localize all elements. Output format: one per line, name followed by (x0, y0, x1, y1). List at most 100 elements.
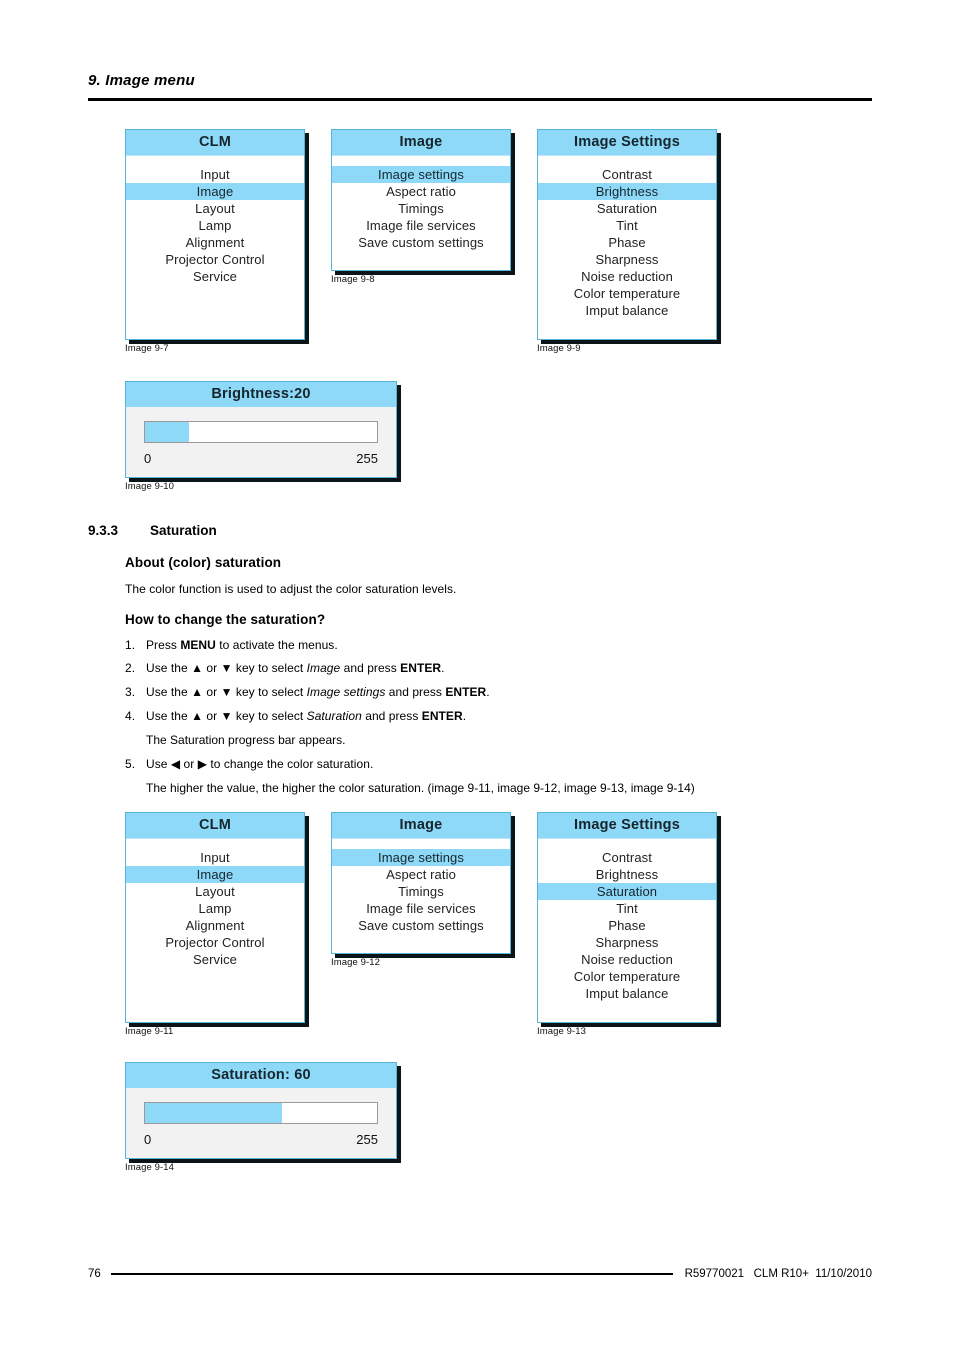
osd-item-list: Image settings Aspect ratio Timings Image f… (332, 839, 510, 934)
osd-item[interactable]: Timings (332, 883, 510, 900)
osd-item[interactable]: Alignment (126, 917, 304, 934)
osd-item[interactable]: Contrast (538, 849, 716, 866)
osd-item[interactable]: Sharpness (538, 934, 716, 951)
osd-item[interactable]: Timings (332, 200, 510, 217)
osd-menu-image-settings-2[interactable]: Image Settings Contrast Brightness Saturat… (537, 812, 717, 1023)
scale-max-label: 255 (356, 451, 378, 466)
section-title: Saturation (150, 523, 217, 538)
osd-item[interactable]: Noise reduction (538, 268, 716, 285)
osd-bar-area (126, 1088, 396, 1128)
osd-item[interactable]: Color temperature (538, 968, 716, 985)
osd-item[interactable]: Color temperature (538, 285, 716, 302)
osd-item[interactable]: Lamp (126, 900, 304, 917)
osd-menu-clm-2[interactable]: CLM Input Image Layout Lamp Alignment Project… (125, 812, 305, 1023)
section-number: 9.3.3 (88, 523, 119, 538)
osd-bar-scale: 0 255 (126, 1128, 396, 1155)
osd-item-selected[interactable]: Image (126, 866, 304, 883)
osd-item-selected[interactable]: Image (126, 183, 304, 200)
osd-title: Image (332, 130, 510, 156)
page-header: 9. Image menu (88, 72, 872, 101)
osd-title: Image Settings (538, 130, 716, 156)
figure-9-8: Image Image settings Aspect ratio Timings I… (331, 129, 511, 285)
page-footer: 76 R59770021 CLM R10+ 11/10/2010 (88, 1268, 872, 1280)
osd-item[interactable]: Sharpness (538, 251, 716, 268)
scale-min-label: 0 (144, 451, 152, 466)
step-4: 4. Use the ▲ or ▼ key to select Saturatio… (125, 709, 467, 723)
figure-9-14: Saturation: 60 0 255 Image 9-14 (125, 1062, 397, 1173)
figure-caption: Image 9-10 (125, 481, 175, 492)
osd-title: Image Settings (538, 813, 716, 839)
figure-9-13: Image Settings Contrast Brightness Saturat… (537, 812, 717, 1037)
step-number: 4. (125, 709, 136, 723)
osd-item[interactable]: Tint (538, 900, 716, 917)
osd-item[interactable]: Phase (538, 234, 716, 251)
osd-title: CLM (126, 813, 304, 839)
figure-9-7: CLM Input Image Layout Lamp Alignment Project… (125, 129, 305, 354)
figure-9-10: Brightness:20 0 255 Image 9-10 (125, 381, 397, 492)
step-1: 1. Press MENU to activate the menus. (125, 638, 338, 652)
osd-item[interactable]: Noise reduction (538, 951, 716, 968)
figure-9-9: Image Settings Contrast Brightness Saturat… (537, 129, 717, 354)
osd-menu-image-settings[interactable]: Image Settings Contrast Brightness Saturat… (537, 129, 717, 340)
osd-menu-image-2[interactable]: Image Image settings Aspect ratio Timings I… (331, 812, 511, 954)
figure-caption: Image 9-7 (125, 343, 169, 354)
step-number: 2. (125, 661, 136, 675)
step-4-note: The Saturation progress bar appears. (146, 733, 346, 747)
osd-bar-area (126, 407, 396, 447)
osd-saturation-bar-panel[interactable]: Saturation: 60 0 255 (125, 1062, 397, 1159)
progress-track[interactable] (144, 421, 378, 443)
osd-item[interactable]: Layout (126, 200, 304, 217)
figure-caption: Image 9-8 (331, 274, 375, 285)
header-divider (88, 98, 872, 101)
osd-item[interactable]: Tint (538, 217, 716, 234)
osd-item[interactable]: Contrast (538, 166, 716, 183)
osd-item-selected[interactable]: Brightness (538, 183, 716, 200)
osd-item[interactable]: Save custom settings (332, 234, 510, 251)
osd-item-selected[interactable]: Saturation (538, 883, 716, 900)
scale-min-label: 0 (144, 1132, 152, 1147)
osd-item[interactable]: Input (126, 166, 304, 183)
osd-item-selected[interactable]: Image settings (332, 166, 510, 183)
osd-item-list: Input Image Layout Lamp Alignment Projector C… (126, 839, 304, 968)
osd-item[interactable]: Projector Control (126, 251, 304, 268)
osd-item[interactable]: Imput balance (538, 985, 716, 1002)
osd-item-list: Image settings Aspect ratio Timings Image f… (332, 156, 510, 251)
osd-menu-image[interactable]: Image Image settings Aspect ratio Timings I… (331, 129, 511, 271)
osd-item[interactable]: Lamp (126, 217, 304, 234)
osd-item[interactable]: Image file services (332, 900, 510, 917)
about-heading: About (color) saturation (125, 555, 282, 570)
osd-bar-title: Brightness:20 (126, 382, 396, 407)
step-number: 3. (125, 685, 136, 699)
osd-item[interactable]: Save custom settings (332, 917, 510, 934)
progress-track[interactable] (144, 1102, 378, 1124)
osd-title: Image (332, 813, 510, 839)
osd-title: CLM (126, 130, 304, 156)
step-2: 2. Use the ▲ or ▼ key to select Image and… (125, 661, 445, 675)
section-heading: 9.3.3 Saturation (88, 523, 217, 538)
osd-menu-clm[interactable]: CLM Input Image Layout Lamp Alignment Project… (125, 129, 305, 340)
osd-item[interactable]: Aspect ratio (332, 866, 510, 883)
osd-item[interactable]: Image file services (332, 217, 510, 234)
step-number: 1. (125, 638, 136, 652)
step-5: 5. Use ◀ or ▶ to change the color saturat… (125, 757, 374, 771)
osd-item[interactable]: Saturation (538, 200, 716, 217)
footer-reference: R59770021 CLM R10+ 11/10/2010 (684, 1268, 872, 1280)
osd-bar-title: Saturation: 60 (126, 1063, 396, 1088)
osd-item[interactable]: Phase (538, 917, 716, 934)
osd-item[interactable]: Aspect ratio (332, 183, 510, 200)
osd-brightness-bar-panel[interactable]: Brightness:20 0 255 (125, 381, 397, 478)
osd-item[interactable]: Alignment (126, 234, 304, 251)
osd-item[interactable]: Service (126, 268, 304, 285)
osd-item[interactable]: Input (126, 849, 304, 866)
footer-page-number: 76 (88, 1268, 101, 1280)
figure-caption: Image 9-9 (537, 343, 581, 354)
osd-item-selected[interactable]: Image settings (332, 849, 510, 866)
osd-bar-scale: 0 255 (126, 447, 396, 474)
osd-item[interactable]: Imput balance (538, 302, 716, 319)
osd-item[interactable]: Projector Control (126, 934, 304, 951)
osd-item[interactable]: Service (126, 951, 304, 968)
osd-item[interactable]: Layout (126, 883, 304, 900)
scale-max-label: 255 (356, 1132, 378, 1147)
osd-item[interactable]: Brightness (538, 866, 716, 883)
footer-divider (110, 1273, 673, 1275)
